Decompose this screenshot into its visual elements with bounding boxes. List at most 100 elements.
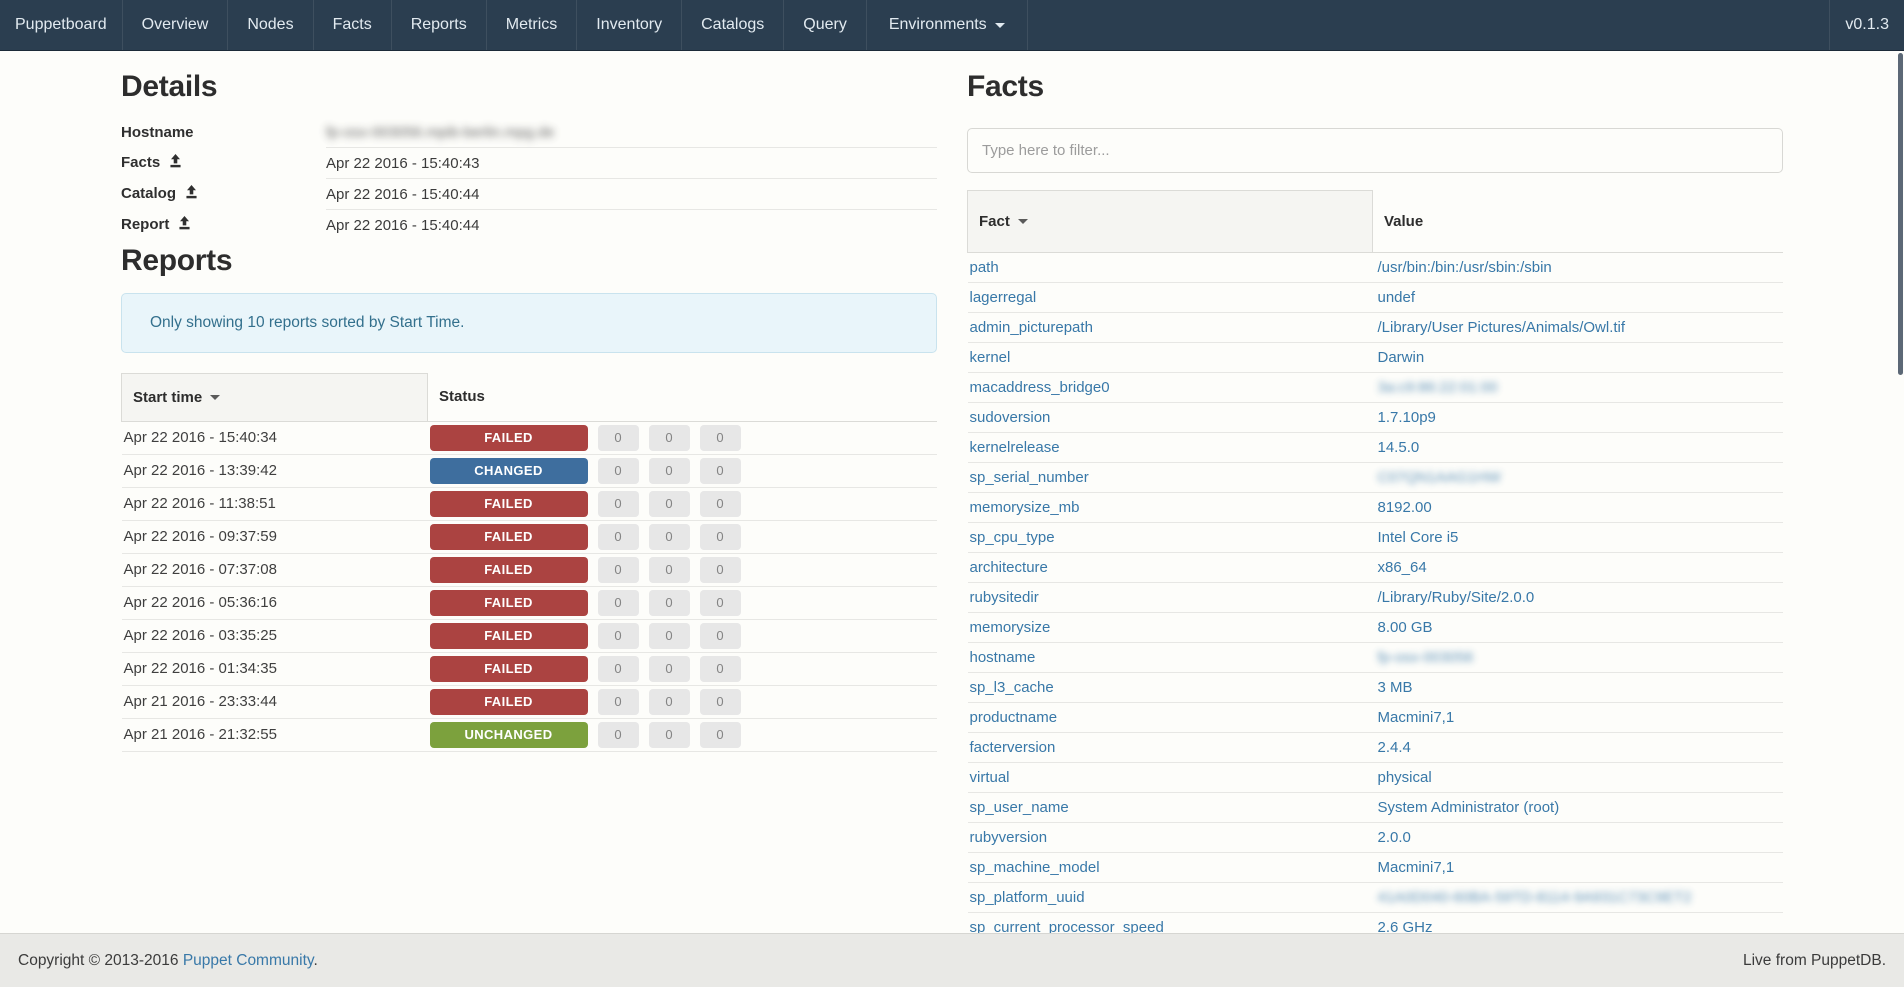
chevron-down-icon	[995, 23, 1005, 28]
fact-row: sp_serial_number C07QN1AAG1HW	[968, 463, 1784, 493]
fact-row: sp_user_name System Administrator (root)	[968, 793, 1784, 823]
fact-row: macaddress_bridge0 3a:c9:86:22:01:00	[968, 373, 1784, 403]
fact-name-link[interactable]: sp_serial_number	[970, 469, 1089, 486]
scrollbar-thumb[interactable]	[1898, 53, 1903, 375]
nav-item-metrics[interactable]: Metrics	[487, 0, 578, 50]
fact-name-link[interactable]: rubyversion	[970, 829, 1048, 846]
report-row: Apr 22 2016 - 09:37:59 FAILED 0 0 0	[122, 520, 938, 553]
report-count-badge: 0	[700, 458, 741, 484]
report-timestamp: Apr 22 2016 - 15:40:44	[326, 217, 479, 234]
hostname-label: Hostname	[121, 124, 194, 141]
copyright-text: Copyright © 2013-2016 Puppet Community.	[18, 952, 318, 970]
fact-name-link[interactable]: memorysize_mb	[970, 499, 1080, 516]
report-status-badge: FAILED	[430, 557, 588, 583]
fact-name-link[interactable]: sudoversion	[970, 409, 1051, 426]
details-row-facts: Facts Apr 22 2016 - 15:40:43	[121, 148, 937, 179]
report-row: Apr 22 2016 - 07:37:08 FAILED 0 0 0	[122, 553, 938, 586]
report-count-badge: 0	[598, 458, 639, 484]
fact-name-link[interactable]: architecture	[970, 559, 1048, 576]
nav-item-catalogs[interactable]: Catalogs	[682, 0, 784, 50]
upload-icon	[184, 185, 199, 205]
report-count-badge: 0	[598, 425, 639, 451]
fact-value: 8192.00	[1378, 499, 1432, 516]
report-start-time: Apr 22 2016 - 11:38:51	[122, 487, 428, 520]
report-count-badge: 0	[700, 689, 741, 715]
fact-name-link[interactable]: sp_platform_uuid	[970, 889, 1085, 906]
upload-icon	[168, 154, 183, 174]
fact-value: fp-osx-003056	[1378, 649, 1474, 666]
nav-item-reports[interactable]: Reports	[392, 0, 487, 50]
details-row-report: Report Apr 22 2016 - 15:40:44	[121, 210, 937, 241]
upload-icon	[177, 216, 192, 236]
report-count-badge: 0	[649, 524, 690, 550]
fact-value: 14.5.0	[1378, 439, 1420, 456]
report-start-time: Apr 22 2016 - 01:34:35	[122, 652, 428, 685]
reports-info-alert: Only showing 10 reports sorted by Start …	[121, 293, 937, 353]
report-status-badge: FAILED	[430, 491, 588, 517]
fact-value: x86_64	[1378, 559, 1427, 576]
report-row: Apr 22 2016 - 03:35:25 FAILED 0 0 0	[122, 619, 938, 652]
report-count-badge: 0	[598, 656, 639, 682]
fact-row: sp_l3_cache 3 MB	[968, 673, 1784, 703]
facts-timestamp: Apr 22 2016 - 15:40:43	[326, 155, 479, 172]
fact-name-link[interactable]: sp_user_name	[970, 799, 1069, 816]
fact-value: 2.4.4	[1378, 739, 1411, 756]
nav-environments-label: Environments	[889, 16, 987, 34]
report-count-badge: 0	[700, 557, 741, 583]
nav-item-inventory[interactable]: Inventory	[577, 0, 682, 50]
report-status-badge: FAILED	[430, 524, 588, 550]
fact-value: 2.0.0	[1378, 829, 1411, 846]
report-start-time: Apr 22 2016 - 05:36:16	[122, 586, 428, 619]
details-row-catalog: Catalog Apr 22 2016 - 15:40:44	[121, 179, 937, 210]
fact-value: Macmini7,1	[1378, 859, 1455, 876]
fact-name-link[interactable]: virtual	[970, 769, 1010, 786]
report-count-badge: 0	[649, 557, 690, 583]
fact-name-link[interactable]: sp_cpu_type	[970, 529, 1055, 546]
report-start-time: Apr 22 2016 - 03:35:25	[122, 619, 428, 652]
report-start-time: Apr 21 2016 - 23:33:44	[122, 685, 428, 718]
fact-row: path /usr/bin:/bin:/usr/sbin:/sbin	[968, 253, 1784, 283]
puppetdb-status-text: Live from PuppetDB.	[1743, 952, 1886, 970]
fact-row: facterversion 2.4.4	[968, 733, 1784, 763]
report-row: Apr 22 2016 - 01:34:35 FAILED 0 0 0	[122, 652, 938, 685]
fact-row: lagerregal undef	[968, 283, 1784, 313]
fact-name-link[interactable]: sp_machine_model	[970, 859, 1100, 876]
facts-label: Facts	[121, 154, 160, 171]
nav-brand-puppetboard[interactable]: Puppetboard	[0, 0, 123, 50]
report-label: Report	[121, 216, 169, 233]
fact-column-header[interactable]: Fact	[968, 191, 1373, 253]
nav-environments-dropdown[interactable]: Environments	[867, 0, 1028, 50]
fact-name-link[interactable]: macaddress_bridge0	[970, 379, 1110, 396]
facts-filter-input[interactable]	[967, 128, 1783, 173]
fact-value: 41A0D040-60BA-59TD-8114-9A931C73C9ET2	[1378, 889, 1692, 906]
sort-caret-icon	[1018, 219, 1028, 224]
fact-name-link[interactable]: memorysize	[970, 619, 1051, 636]
fact-name-link[interactable]: path	[970, 259, 999, 276]
report-count-badge: 0	[700, 656, 741, 682]
facts-column: Facts Fact Value path /usr/bin:/bin:/usr…	[952, 51, 1798, 943]
facts-table-body: path /usr/bin:/bin:/usr/sbin:/sbin lager…	[968, 253, 1784, 943]
report-count-badge: 0	[649, 458, 690, 484]
start-time-column-header[interactable]: Start time	[122, 373, 428, 421]
fact-row: architecture x86_64	[968, 553, 1784, 583]
fact-name-link[interactable]: lagerregal	[970, 289, 1037, 306]
puppet-community-link[interactable]: Puppet Community	[183, 952, 314, 969]
fact-name-link[interactable]: hostname	[970, 649, 1036, 666]
fact-name-link[interactable]: kernel	[970, 349, 1011, 366]
report-row: Apr 22 2016 - 13:39:42 CHANGED 0 0 0	[122, 454, 938, 487]
nav-item-nodes[interactable]: Nodes	[228, 0, 313, 50]
fact-name-link[interactable]: facterversion	[970, 739, 1056, 756]
report-count-badge: 0	[598, 689, 639, 715]
nav-item-facts[interactable]: Facts	[314, 0, 392, 50]
fact-value: undef	[1378, 289, 1416, 306]
node-details-column: Details Hostname fp-osx-003056.mpib-berl…	[106, 51, 952, 752]
reports-table: Start time Status Apr 22 2016 - 15:40:34…	[121, 373, 937, 752]
fact-name-link[interactable]: admin_picturepath	[970, 319, 1093, 336]
fact-name-link[interactable]: kernelrelease	[970, 439, 1060, 456]
fact-name-link[interactable]: sp_l3_cache	[970, 679, 1054, 696]
fact-name-link[interactable]: productname	[970, 709, 1058, 726]
fact-name-link[interactable]: rubysitedir	[970, 589, 1039, 606]
nav-item-overview[interactable]: Overview	[123, 0, 229, 50]
report-count-badge: 0	[649, 491, 690, 517]
nav-item-query[interactable]: Query	[784, 0, 867, 50]
